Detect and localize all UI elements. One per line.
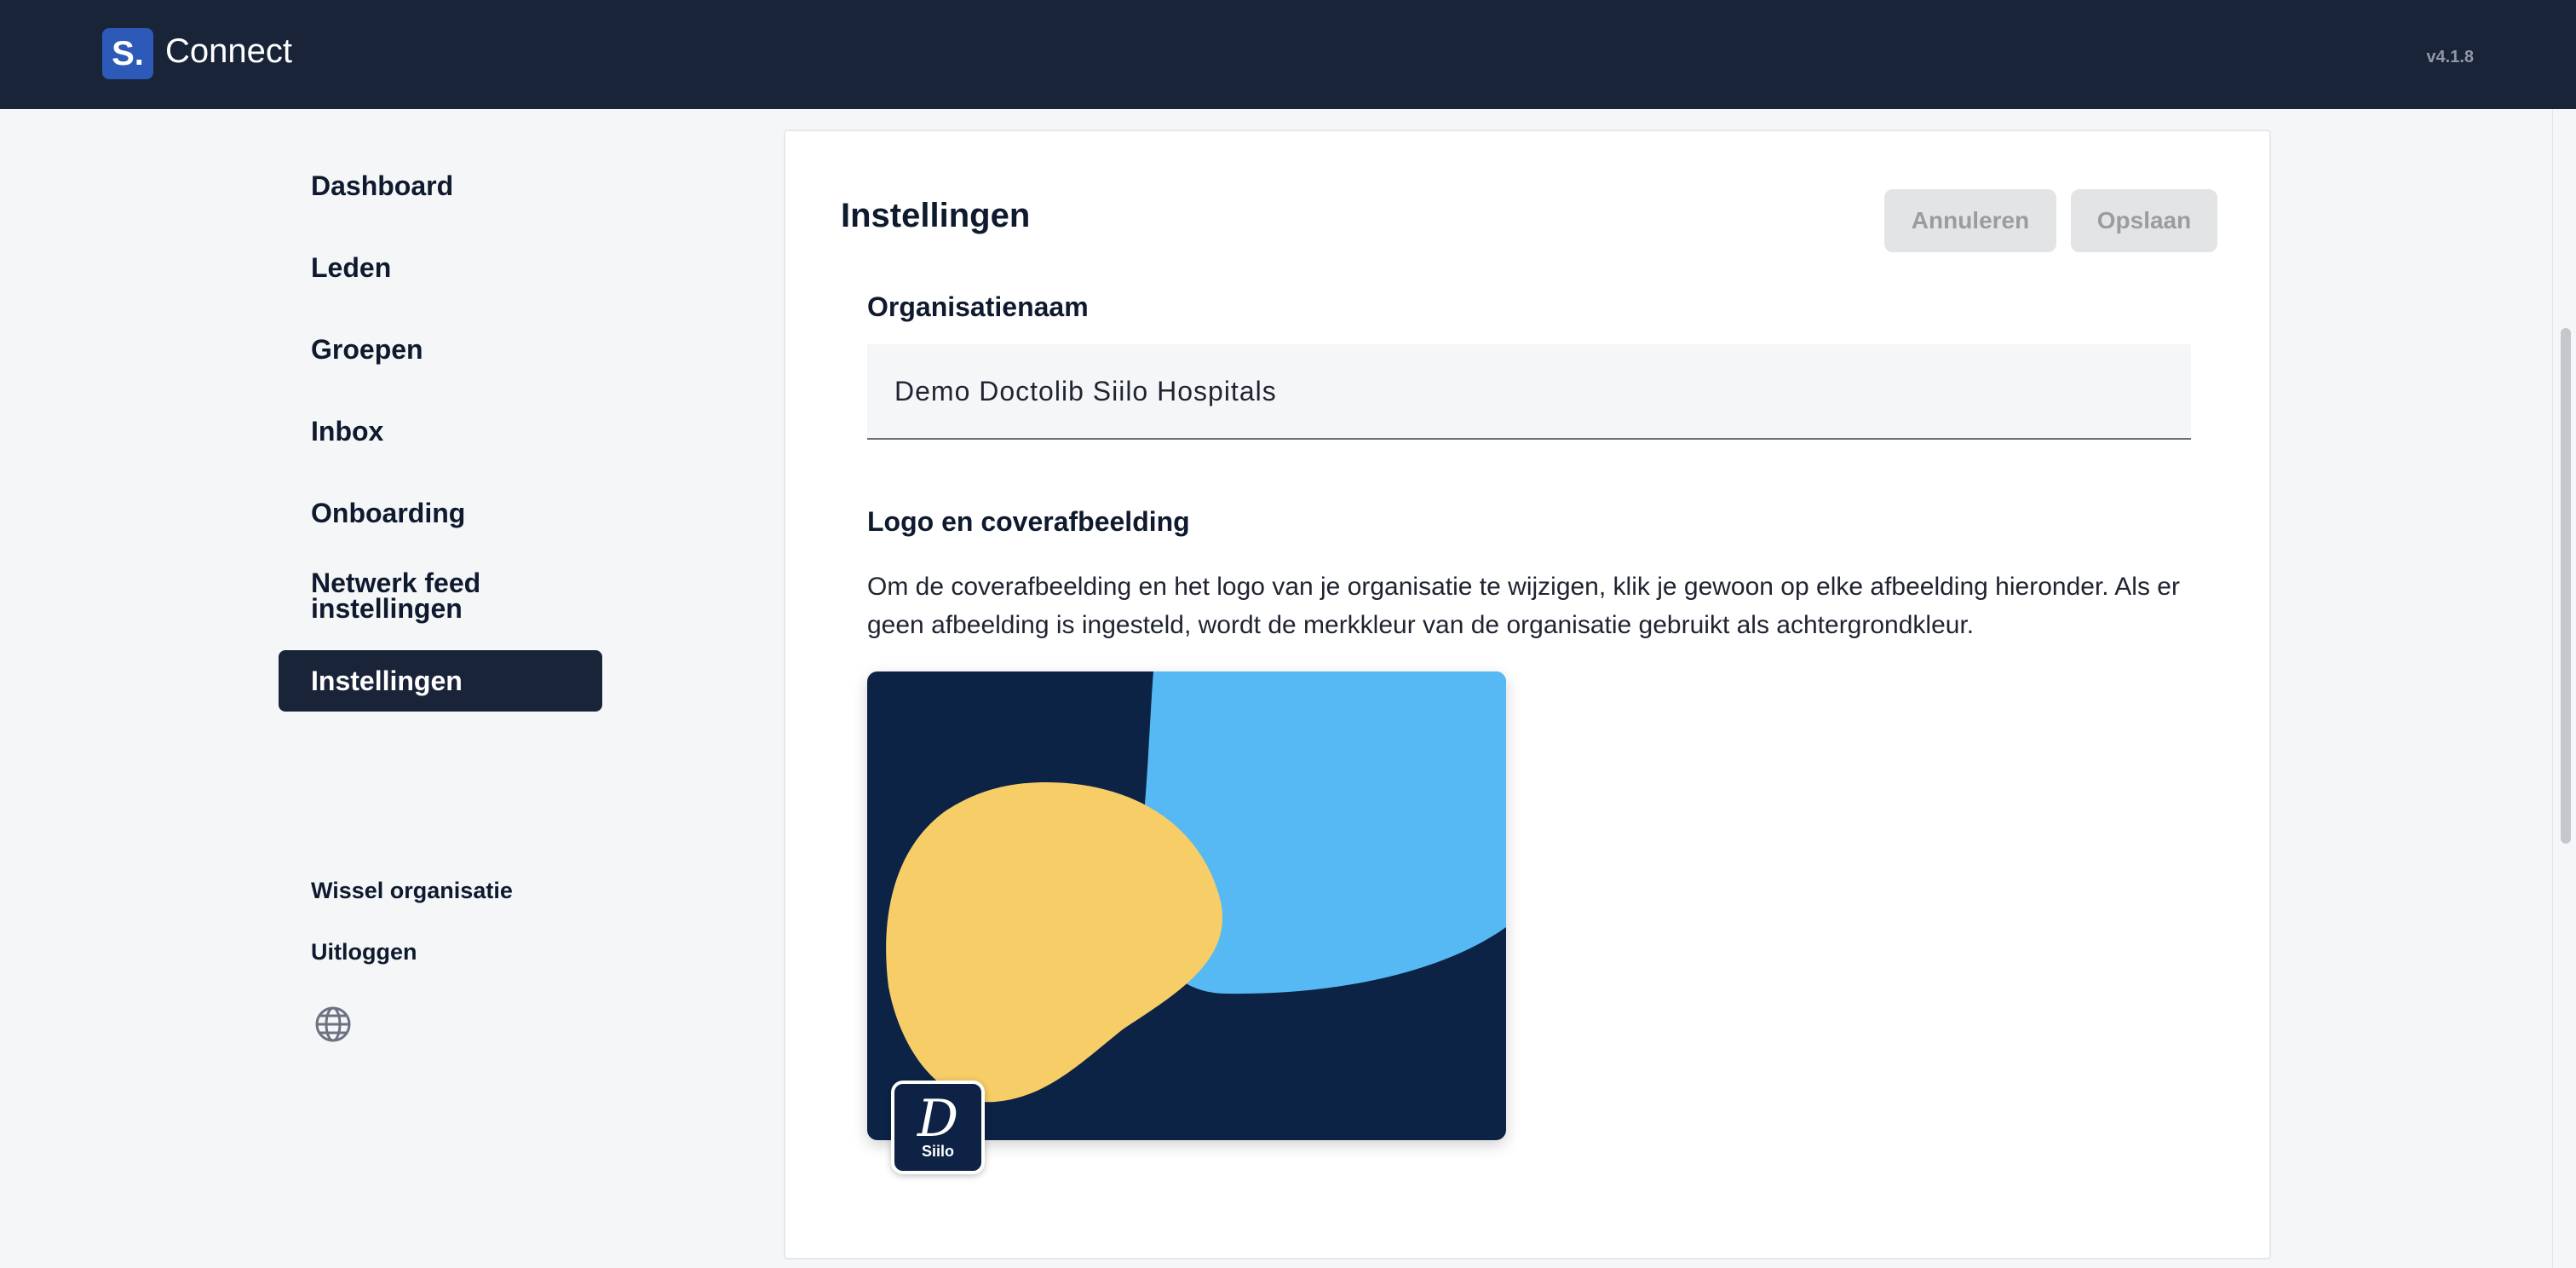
sidebar-item-instellingen[interactable]: Instellingen [279, 650, 602, 712]
organization-name-input[interactable] [867, 344, 2191, 438]
save-button[interactable]: Opslaan [2071, 189, 2217, 252]
page-title: Instellingen [841, 197, 1031, 234]
top-bar: S. Connect v4.1.8 [0, 0, 2576, 109]
scrollbar-thumb[interactable] [2561, 328, 2571, 844]
logo-cover-label: Logo en coverafbeelding [867, 506, 1190, 537]
sidebar-item-dashboard[interactable]: Dashboard [279, 155, 602, 216]
settings-panel: Instellingen Annuleren Opslaan Organisat… [784, 130, 2271, 1259]
cover-artwork [867, 671, 1506, 1140]
sidebar-item-groepen[interactable]: Groepen [279, 319, 602, 380]
globe-icon[interactable] [313, 1004, 354, 1045]
sidebar-item-onboarding[interactable]: Onboarding [279, 482, 602, 544]
cover-image[interactable] [867, 671, 1506, 1140]
logo-text: Siilo [921, 1143, 954, 1160]
logout-link[interactable]: Uitloggen [311, 939, 417, 965]
app-name[interactable]: Connect [165, 32, 292, 71]
version-label: v4.1.8 [2426, 48, 2474, 66]
organization-logo[interactable]: D Siilo [891, 1081, 985, 1174]
sidebar-item-leden[interactable]: Leden [279, 237, 602, 298]
cancel-button[interactable]: Annuleren [1884, 189, 2056, 252]
switch-organization-link[interactable]: Wissel organisatie [311, 878, 513, 904]
organization-name-field [867, 344, 2191, 440]
organization-name-label: Organisatienaam [867, 291, 1089, 322]
sidebar-item-inbox[interactable]: Inbox [279, 401, 602, 462]
logo-glyph: D [917, 1089, 959, 1149]
app-logo[interactable]: S. [102, 28, 153, 79]
logo-cover-description: Om de coverafbeelding en het logo van je… [867, 573, 2180, 639]
sidebar-item-network-feed[interactable]: Netwerk feed instellingen [279, 565, 534, 626]
